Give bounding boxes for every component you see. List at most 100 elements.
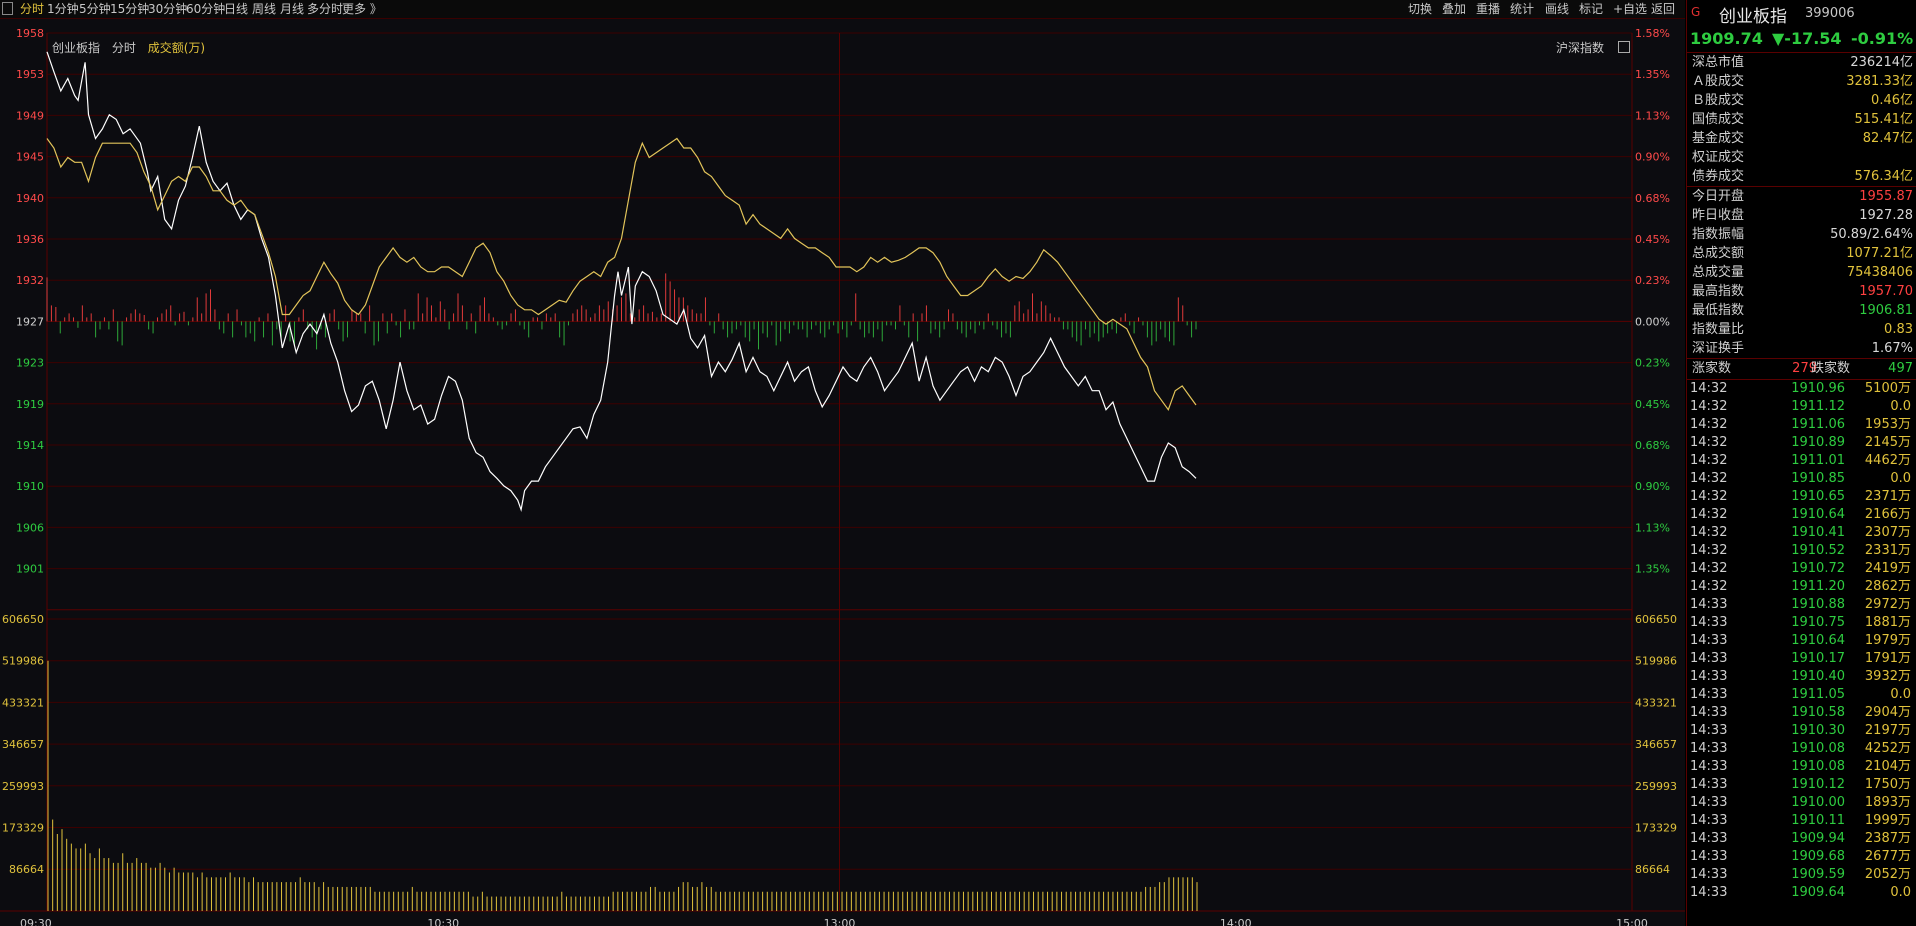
tick-price: 1910.85 xyxy=(1791,471,1845,486)
tick-amount: 0.0 xyxy=(1890,687,1911,702)
tool-button[interactable]: 标记 xyxy=(1579,2,1603,16)
stat-value: 515.41亿 xyxy=(1854,112,1914,127)
price-tick-label: 1914 xyxy=(16,439,44,452)
tick-amount: 1893万 xyxy=(1864,795,1911,810)
volume-tick-label-right: 173329 xyxy=(1635,822,1677,835)
period-tab[interactable]: 5分钟 xyxy=(79,2,111,16)
tick-row: 14:33 1909.59 2052万 xyxy=(1687,866,1916,884)
compare-checkbox[interactable] xyxy=(1618,41,1630,53)
stat-row: 权证成交 xyxy=(1687,148,1916,167)
tick-row: 14:32 1910.41 2307万 xyxy=(1687,524,1916,542)
index-code: 399006 xyxy=(1805,6,1855,21)
chart-index-name: 创业板指 xyxy=(52,41,101,55)
chart-canvas[interactable]: 1958 1.58% 1953 1.35% 1949 1.13% 1945 0.90% 1940… xyxy=(0,19,1685,926)
volume-tick-label: 433321 xyxy=(2,696,44,709)
stat-value: 75438406 xyxy=(1846,265,1913,280)
period-tab[interactable]: 15分钟 xyxy=(110,2,149,16)
tick-time: 14:33 xyxy=(1690,615,1728,630)
tick-row: 14:33 1909.94 2387万 xyxy=(1687,830,1916,848)
volume-tick-label: 173329 xyxy=(2,822,44,835)
price-change: ▼-17.54 xyxy=(1772,29,1842,48)
tick-amount: 3932万 xyxy=(1864,669,1911,684)
stat-label: 总成交额 xyxy=(1692,246,1745,261)
period-tab[interactable]: 1分钟 xyxy=(47,2,79,16)
stat-value: 1906.81 xyxy=(1859,303,1913,318)
tick-row: 14:33 1910.00 1893万 xyxy=(1687,794,1916,812)
chart-mode: 分时 xyxy=(111,41,136,55)
tick-amount: 2677万 xyxy=(1864,849,1911,864)
price-tick-label: 1919 xyxy=(16,398,44,411)
stat-label: 最高指数 xyxy=(1692,284,1745,299)
tick-amount: 0.0 xyxy=(1890,885,1911,900)
stat-label: 权证成交 xyxy=(1692,150,1745,165)
tick-amount: 4252万 xyxy=(1864,741,1911,756)
tool-button[interactable]: 统计 xyxy=(1510,2,1534,16)
intraday-chart[interactable]: 1958 1.58% 1953 1.35% 1949 1.13% 1945 0.90% 1940… xyxy=(0,19,1685,926)
add-watchlist-button[interactable]: +自选 xyxy=(1613,2,1647,16)
stat-value: 1.67% xyxy=(1871,341,1913,356)
tick-amount: 2862万 xyxy=(1864,579,1911,594)
tool-button[interactable]: 画线 xyxy=(1545,2,1569,16)
tick-row: 14:32 1910.64 2166万 xyxy=(1687,506,1916,524)
pct-tick-label: 0.68% xyxy=(1635,439,1670,452)
time-tick-label: 13:00 xyxy=(824,917,856,926)
tick-row: 14:32 1910.52 2331万 xyxy=(1687,542,1916,560)
volume-tick-label-right: 86664 xyxy=(1635,863,1670,876)
tick-amount: 2371万 xyxy=(1864,489,1911,504)
tick-row: 14:33 1910.75 1881万 xyxy=(1687,614,1916,632)
menu-toggle-icon[interactable] xyxy=(2,2,13,15)
tick-amount: 2052万 xyxy=(1864,867,1911,882)
tick-price: 1910.72 xyxy=(1791,561,1845,576)
pct-tick-label: 1.35% xyxy=(1635,563,1670,576)
stat-label: 总成交量 xyxy=(1692,265,1745,280)
tick-amount: 2904万 xyxy=(1864,705,1911,720)
tick-row: 14:32 1911.01 4462万 xyxy=(1687,452,1916,470)
tick-time: 14:33 xyxy=(1690,813,1728,828)
period-tab[interactable]: 分时 xyxy=(20,2,44,16)
stat-label: Ａ股成交 xyxy=(1692,74,1745,89)
index-name: 创业板指 xyxy=(1719,7,1787,27)
time-tick-label: 15:00 xyxy=(1616,917,1648,926)
back-button[interactable]: 返回 xyxy=(1651,2,1675,16)
more-periods-button[interactable]: 更多 》 xyxy=(342,2,382,16)
tool-button[interactable]: 重播 xyxy=(1476,2,1500,16)
period-tab[interactable]: 月线 xyxy=(280,2,304,16)
period-tab[interactable]: 周线 xyxy=(252,2,276,16)
tick-row: 14:32 1910.96 5100万 xyxy=(1687,380,1916,398)
tick-amount: 2331万 xyxy=(1864,543,1911,558)
tick-list[interactable]: 14:32 1910.96 5100万 14:32 1911.12 0.0 14:32 191… xyxy=(1687,380,1916,902)
price-tick-label: 1927 xyxy=(16,315,44,328)
tick-amount: 4462万 xyxy=(1864,453,1911,468)
volume-tick-label: 86664 xyxy=(9,863,44,876)
pct-tick-label: 1.35% xyxy=(1635,68,1670,81)
period-tab[interactable]: 日线 xyxy=(224,2,248,16)
period-toolbar: 分时 1分钟 5分钟 15分钟 30分钟 60分钟 日线 周线 月线 多分时 更… xyxy=(0,0,1685,19)
tick-row: 14:32 1911.06 1953万 xyxy=(1687,416,1916,434)
tick-row: 14:32 1910.89 2145万 xyxy=(1687,434,1916,452)
stat-label: 指数振幅 xyxy=(1692,227,1745,242)
stat-label: 深总市值 xyxy=(1692,55,1745,70)
tick-time: 14:33 xyxy=(1690,849,1728,864)
price-tick-label: 1949 xyxy=(16,109,44,122)
pct-tick-label: 1.58% xyxy=(1635,27,1670,40)
tool-button[interactable]: 叠加 xyxy=(1442,2,1466,16)
price-tick-label: 1910 xyxy=(16,480,44,493)
pct-tick-label: 0.45% xyxy=(1635,233,1670,246)
tool-button[interactable]: 切换 xyxy=(1408,2,1432,16)
tick-row: 14:33 1911.05 0.0 xyxy=(1687,686,1916,704)
tick-time: 14:32 xyxy=(1690,561,1728,576)
period-tab[interactable]: 多分时 xyxy=(307,2,343,16)
tick-price: 1910.58 xyxy=(1791,705,1845,720)
tick-price: 1910.75 xyxy=(1791,615,1845,630)
pct-tick-label: 0.00% xyxy=(1635,315,1670,328)
last-price: 1909.74 xyxy=(1690,29,1763,48)
tick-row: 14:32 1910.65 2371万 xyxy=(1687,488,1916,506)
tick-time: 14:33 xyxy=(1690,651,1728,666)
period-tab[interactable]: 30分钟 xyxy=(148,2,187,16)
tick-time: 14:33 xyxy=(1690,831,1728,846)
stat-value: 1955.87 xyxy=(1859,189,1913,204)
period-tab[interactable]: 60分钟 xyxy=(186,2,225,16)
tick-amount: 1979万 xyxy=(1864,633,1911,648)
tick-amount: 1953万 xyxy=(1864,417,1911,432)
time-tick-label: 09:30 xyxy=(20,917,52,926)
